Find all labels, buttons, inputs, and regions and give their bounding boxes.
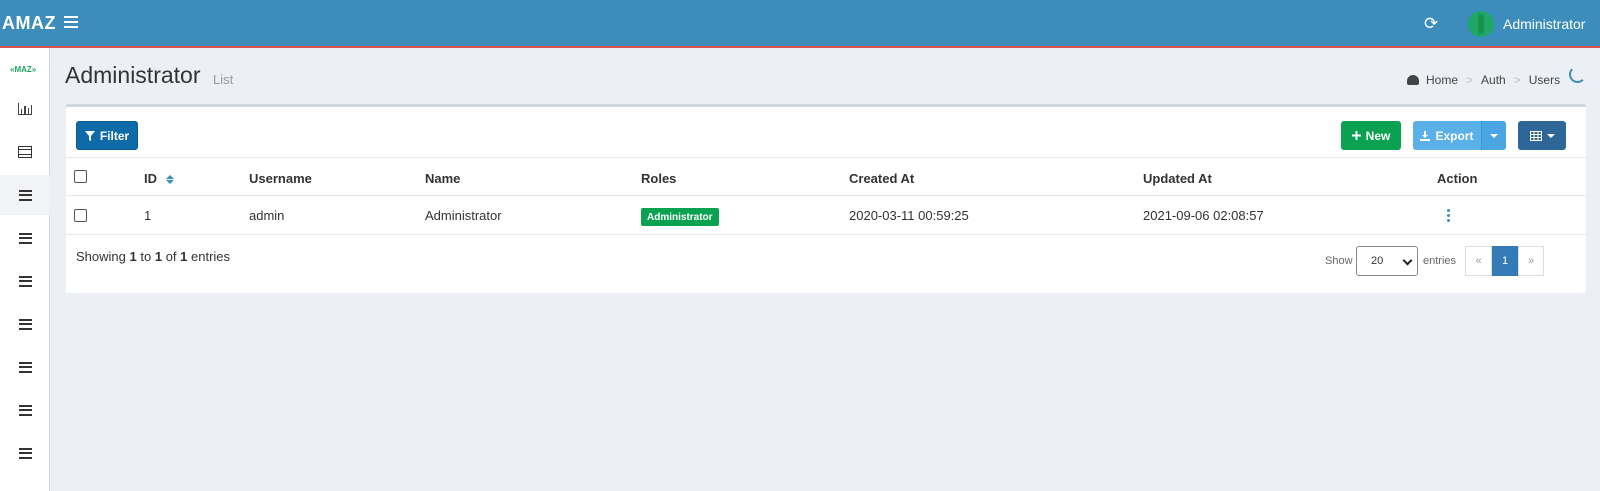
showing-to-word: to: [140, 249, 152, 264]
column-header-id-label: ID: [144, 171, 157, 186]
row-checkbox[interactable]: [74, 209, 87, 222]
column-header-action: Action: [1437, 171, 1478, 186]
pagination-page-1[interactable]: 1: [1492, 246, 1518, 276]
cell-name: Administrator: [425, 208, 502, 223]
plus-icon: [1351, 131, 1361, 140]
new-button-label: New: [1365, 128, 1391, 143]
chevron-down-icon: [1402, 255, 1413, 266]
app-logo[interactable]: AMAZ: [2, 13, 56, 34]
user-menu-name[interactable]: Administrator: [1503, 16, 1585, 32]
bars-icon: [18, 404, 32, 416]
showing-total: 1: [180, 249, 188, 264]
breadcrumb-users: Users: [1528, 73, 1561, 87]
bars-icon: [18, 275, 32, 287]
cell-updated-at: 2021-09-06 02:08:57: [1143, 208, 1264, 223]
refresh-icon[interactable]: ⟳: [1424, 14, 1438, 34]
column-selector-button[interactable]: [1518, 121, 1566, 150]
filter-button-label: Filter: [99, 128, 130, 143]
avatar[interactable]: [1468, 11, 1494, 37]
dashboard-icon: [1407, 75, 1419, 85]
breadcrumb-separator: >: [1466, 73, 1474, 87]
table-icon: [18, 146, 32, 158]
sidebar-toggle-icon[interactable]: [64, 16, 78, 28]
cell-created-at: 2020-03-11 00:59:25: [849, 208, 969, 223]
breadcrumb-auth[interactable]: Auth: [1481, 73, 1506, 87]
download-icon: [1420, 130, 1431, 141]
showing-entries-word: entries: [191, 249, 231, 264]
breadcrumb-home[interactable]: Home: [1426, 73, 1458, 87]
cell-id: 1: [144, 208, 152, 223]
chevron-down-icon: [1546, 133, 1555, 138]
pagination-summary: Showing 1 to 1 of 1 entries: [76, 249, 230, 264]
bars-icon: [18, 189, 32, 201]
chevron-down-icon: [1490, 133, 1498, 138]
per-page-value: 20: [1371, 255, 1384, 267]
sidebar-item-menu-7[interactable]: [0, 433, 50, 473]
column-header-id[interactable]: ID: [144, 171, 174, 186]
divider: [66, 234, 1586, 235]
cell-username: admin: [249, 208, 285, 223]
sidebar: «MAZ»: [0, 48, 50, 491]
pagination-prev[interactable]: «: [1465, 246, 1492, 276]
sidebar-item-dashboard[interactable]: [0, 89, 50, 129]
breadcrumb-separator: >: [1513, 73, 1521, 87]
column-header-updated-at: Updated At: [1143, 171, 1212, 186]
sidebar-item-menu-6[interactable]: [0, 390, 50, 430]
per-page-suffix: entries: [1423, 255, 1457, 267]
filter-button[interactable]: Filter: [76, 121, 138, 150]
per-page-label: Show: [1325, 255, 1353, 267]
top-navbar: AMAZ ⟳ Administrator: [0, 0, 1600, 48]
role-badge: Administrator: [641, 208, 719, 226]
column-header-created-at: Created At: [849, 171, 915, 186]
divider: [66, 195, 1586, 196]
select-all-checkbox[interactable]: [74, 170, 87, 183]
loading-spinner-icon: [1569, 66, 1586, 83]
showing-from: 1: [129, 249, 137, 264]
breadcrumb: Home > Auth > Users: [1407, 73, 1560, 87]
export-dropdown-button[interactable]: [1481, 121, 1506, 150]
sidebar-item-menu-4[interactable]: [0, 304, 50, 344]
page-subtitle: List: [213, 72, 234, 87]
sidebar-item-menu-5[interactable]: [0, 347, 50, 387]
table-icon: [1529, 130, 1542, 141]
sort-icon[interactable]: [165, 175, 174, 185]
sidebar-item-menu-3[interactable]: [0, 261, 50, 301]
showing-to: 1: [154, 249, 163, 264]
export-button[interactable]: Export: [1413, 121, 1481, 150]
sidebar-item-menu-2[interactable]: [0, 218, 50, 258]
export-button-label: Export: [1435, 128, 1474, 143]
sidebar-logo: «MAZ»: [10, 65, 37, 74]
column-header-name: Name: [425, 171, 461, 186]
bars-icon: [18, 232, 32, 244]
page-title: Administrator: [65, 62, 201, 88]
bar-chart-icon: [18, 103, 32, 115]
sidebar-item-menu-1[interactable]: [0, 175, 50, 215]
showing-of-word: of: [165, 249, 177, 264]
sidebar-item-table[interactable]: [0, 132, 50, 172]
per-page-select[interactable]: 20: [1356, 246, 1418, 276]
column-header-username: Username: [249, 171, 312, 186]
divider: [66, 157, 1586, 158]
bars-icon: [18, 361, 32, 373]
bars-icon: [18, 447, 32, 459]
showing-prefix: Showing: [76, 249, 126, 264]
pagination-next[interactable]: »: [1518, 246, 1544, 276]
new-button[interactable]: New: [1341, 121, 1401, 150]
bars-icon: [18, 318, 32, 330]
filter-icon: [84, 130, 95, 141]
row-actions-menu-icon[interactable]: [1447, 209, 1451, 222]
column-header-roles: Roles: [641, 171, 677, 186]
users-list-box: Filter New Export ID Username Name Roles…: [66, 104, 1586, 293]
